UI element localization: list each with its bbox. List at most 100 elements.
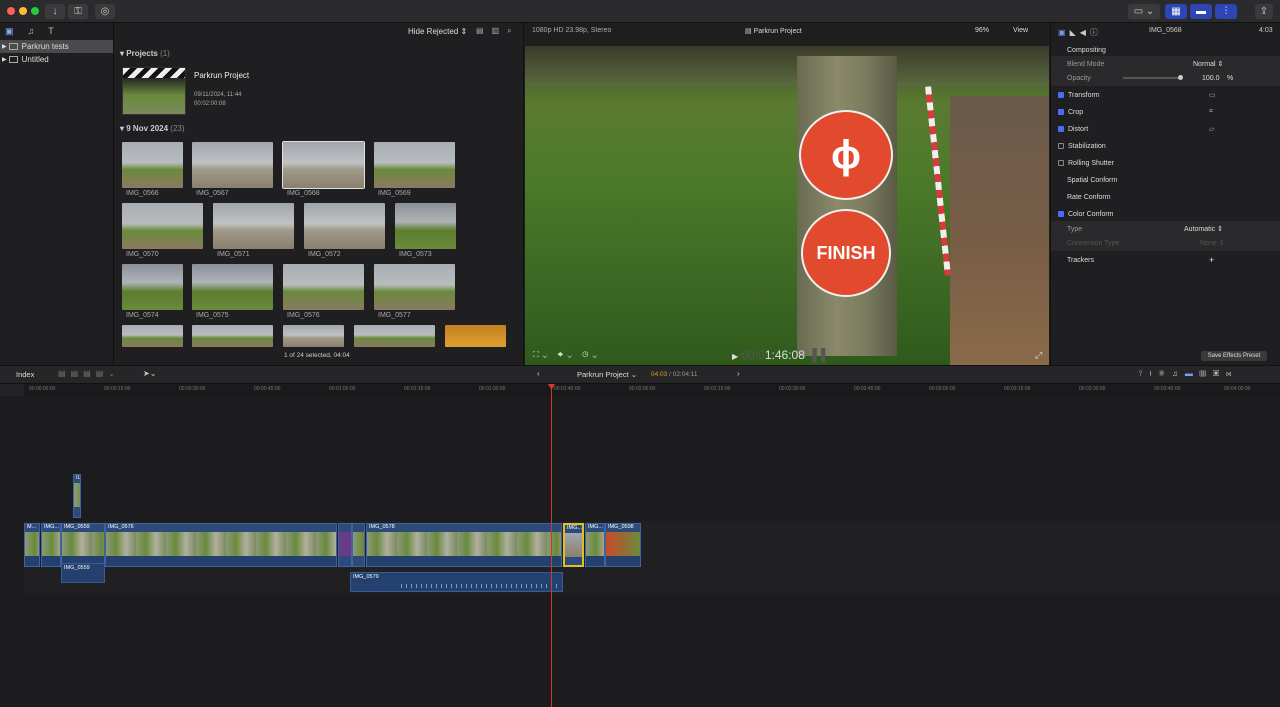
clip-thumbnail-img-0573[interactable]: [395, 203, 456, 249]
project-name[interactable]: Parkrun Project: [194, 71, 249, 80]
keywords-button[interactable]: ⚿: [68, 4, 88, 19]
opacity-slider-knob[interactable]: [1178, 75, 1183, 80]
share-button[interactable]: ⇪: [1255, 4, 1273, 19]
opacity-value[interactable]: 100.0: [1202, 75, 1220, 82]
event-header[interactable]: ▾ 9 Nov 2024 (23): [120, 124, 185, 133]
background-tasks-button[interactable]: ◎: [95, 4, 115, 19]
timeline-clip-selected[interactable]: IMG...: [563, 523, 584, 567]
back-button[interactable]: ‹: [537, 369, 540, 378]
skimming-icon[interactable]: ⫯: [1139, 369, 1149, 378]
search-icon[interactable]: ⌕: [507, 26, 519, 35]
inspector-toggle-button[interactable]: ⫶: [1215, 4, 1237, 19]
transitions-browser-icon[interactable]: ⋈: [1226, 369, 1238, 378]
checkbox-stabilization[interactable]: [1058, 143, 1064, 149]
timeline-clip-img-0559[interactable]: IMG_0559: [61, 523, 105, 567]
clip-thumbnail[interactable]: [445, 325, 506, 347]
sidebar-item-untitled[interactable]: ▶ Untitled: [0, 53, 113, 66]
stabilization-section[interactable]: Stabilization: [1051, 138, 1280, 154]
timeline-clip[interactable]: IMG...: [585, 523, 605, 567]
projects-header[interactable]: ▾ Projects (1): [120, 49, 170, 58]
audio-clip-img-0559[interactable]: IMG_0559: [61, 563, 105, 583]
overwrite-clip-icon[interactable]: ▤⌄: [96, 369, 120, 378]
clip-thumbnail-img-0572[interactable]: [304, 203, 385, 249]
zoom-dropdown[interactable]: 96%: [975, 27, 989, 34]
transform-tool-icon[interactable]: ⛶⌄: [533, 350, 551, 359]
browser-toggle-button[interactable]: ▦: [1165, 4, 1187, 19]
clip-thumbnail-img-0571[interactable]: [213, 203, 294, 249]
clip-thumbnail[interactable]: [122, 325, 183, 347]
timeline-toggle-button[interactable]: ▬: [1190, 4, 1212, 19]
viewer-frame[interactable]: ϕ FINISH: [525, 46, 1049, 365]
project-thumbnail[interactable]: [122, 67, 186, 115]
video-inspector-icon[interactable]: ▣: [1058, 28, 1070, 37]
distort-section[interactable]: Distort ▱: [1051, 121, 1280, 137]
disclosure-triangle-icon[interactable]: ▶: [2, 43, 7, 50]
photos-tab-icon[interactable]: ♫: [28, 26, 35, 38]
transform-onscreen-icon[interactable]: ▭: [1209, 91, 1216, 99]
clip-thumbnail-img-0574[interactable]: [122, 264, 183, 310]
distort-onscreen-icon[interactable]: ▱: [1209, 125, 1214, 133]
sidebar-item-parkrun-tests[interactable]: ▶ Parkrun tests: [0, 40, 113, 53]
clip-thumbnail-img-0570[interactable]: [122, 203, 203, 249]
checkbox-color-conform[interactable]: [1058, 211, 1064, 217]
audio-inspector-icon[interactable]: ◀: [1080, 28, 1090, 37]
checkbox-transform[interactable]: [1058, 92, 1064, 98]
color-conform-section[interactable]: Color Conform: [1051, 206, 1280, 222]
conversion-type-dropdown[interactable]: None ⇕: [1200, 239, 1225, 247]
solo-icon[interactable]: ◉: [1159, 369, 1172, 378]
spatial-conform-section[interactable]: Spatial Conform: [1051, 172, 1280, 188]
play-icon[interactable]: ▶: [732, 352, 738, 361]
connect-clip-icon[interactable]: ▤: [58, 369, 71, 378]
window-layout-button[interactable]: ▭ ⌄: [1128, 4, 1160, 19]
libraries-tab-icon[interactable]: ▣: [5, 26, 14, 38]
timeline-clip-img-0578[interactable]: IMG_0578: [366, 523, 562, 567]
clip-thumbnail-img-0566[interactable]: [122, 142, 183, 188]
save-effects-preset-button[interactable]: Save Effects Preset: [1201, 351, 1267, 361]
clip-thumbnail[interactable]: [192, 325, 273, 347]
crop-onscreen-icon[interactable]: ⌗: [1209, 108, 1213, 116]
view-dropdown[interactable]: View: [1013, 27, 1028, 34]
append-clip-icon[interactable]: ▤: [83, 369, 96, 378]
zoom-window-button[interactable]: [31, 7, 39, 15]
timeline-clip[interactable]: [338, 523, 352, 567]
fullscreen-icon[interactable]: ⤢: [1035, 350, 1042, 361]
timeline[interactable]: IL M... IMG... IMG_0559 IMG_0576 IMG_057…: [0, 396, 1280, 707]
titles-tab-icon[interactable]: T: [48, 26, 54, 38]
timeline-clip[interactable]: IMG...: [41, 523, 61, 567]
audio-skimming-icon[interactable]: ⫮: [1149, 369, 1158, 378]
clip-thumbnail-img-0568[interactable]: [282, 141, 365, 189]
color-inspector-icon[interactable]: ◣: [1070, 28, 1080, 37]
headphones-icon[interactable]: ♫: [1172, 369, 1185, 378]
clip-appearance-icon[interactable]: ▥: [1200, 369, 1213, 378]
info-inspector-icon[interactable]: ⓘ: [1090, 28, 1102, 37]
timeline-project-dropdown[interactable]: Parkrun Project ⌄: [577, 370, 637, 379]
snapping-icon[interactable]: ▬: [1185, 369, 1200, 378]
disclosure-triangle-icon[interactable]: ▶: [2, 56, 7, 63]
audio-clip-img-0579[interactable]: IMG_0579: [350, 572, 563, 592]
index-button[interactable]: Index: [16, 370, 34, 379]
blend-mode-dropdown[interactable]: Normal ⇕: [1193, 60, 1223, 68]
clip-thumbnail-img-0569[interactable]: [374, 142, 455, 188]
rolling-shutter-section[interactable]: Rolling Shutter: [1051, 155, 1280, 171]
speed-tool-icon[interactable]: ◷⌄: [582, 350, 601, 359]
minimize-window-button[interactable]: [19, 7, 27, 15]
insert-clip-icon[interactable]: ▤: [71, 369, 84, 378]
effects-browser-icon[interactable]: ▣: [1213, 369, 1226, 378]
select-tool-dropdown[interactable]: ➤⌄: [143, 369, 156, 378]
connected-clip[interactable]: IL: [73, 474, 81, 518]
checkbox-distort[interactable]: [1058, 126, 1064, 132]
filter-dropdown[interactable]: Hide Rejected ⇕: [408, 27, 467, 36]
timeline-clip-img-0576[interactable]: IMG_0576: [105, 523, 337, 567]
rate-conform-section[interactable]: Rate Conform: [1051, 189, 1280, 205]
crop-section[interactable]: Crop ⌗: [1051, 104, 1280, 120]
timeline-clip-img-0598[interactable]: IMG_0598: [605, 523, 641, 567]
timeline-clip[interactable]: M...: [24, 523, 40, 567]
filmstrip-icon[interactable]: ▤: [476, 26, 492, 35]
clip-thumbnail[interactable]: [354, 325, 435, 347]
forward-button[interactable]: ›: [737, 369, 740, 378]
timecode-display[interactable]: ▶ 00:01:46:08 ▐▐: [732, 348, 825, 362]
add-tracker-button[interactable]: +: [1209, 255, 1214, 265]
clip-thumbnail[interactable]: [283, 325, 344, 347]
clip-thumbnail-img-0575[interactable]: [192, 264, 273, 310]
import-button[interactable]: ↓: [45, 4, 65, 19]
